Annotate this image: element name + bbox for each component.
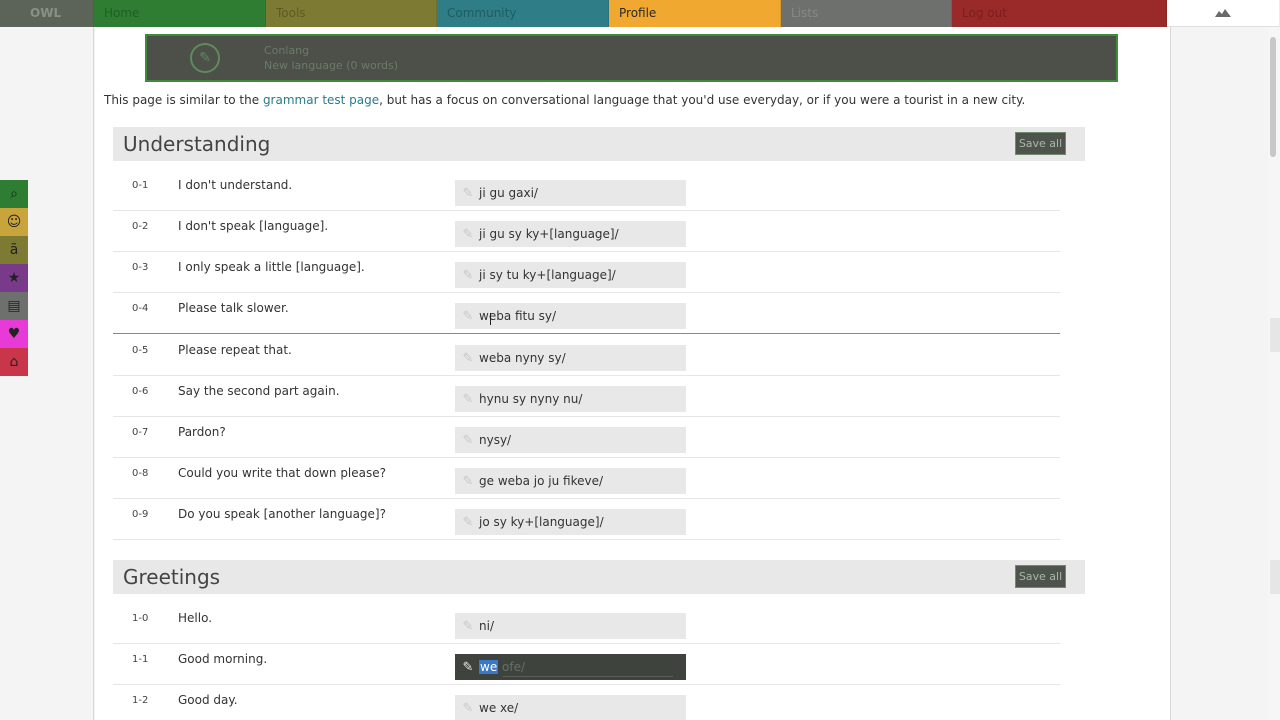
tab-lists[interactable]: Lists [781,0,952,27]
phrase-text: Good day. [178,693,238,707]
phrase-row: 0-9 Do you speak [another language]? ✎ jo… [113,499,1060,540]
section-title: Understanding [123,132,271,156]
phrase-number: 0-6 [132,386,149,397]
phrase-row: 1-2 Good day. ✎ we xe/ [113,685,1060,720]
pencil-icon[interactable]: ✎ [457,186,479,201]
phrase-number: 0-7 [132,427,149,438]
pencil-icon[interactable]: ✎ [457,268,479,283]
phrase-text: Do you speak [another language]? [178,507,386,521]
language-icon: ✎ [190,43,220,73]
section-header-greetings: Greetings Save all [113,560,1085,594]
phrase-number: 0-1 [132,180,149,191]
star-icon[interactable]: ★ [0,264,28,292]
settings-icon [1215,9,1231,17]
pencil-icon[interactable]: ✎ [457,227,479,242]
answer-field[interactable]: ✎ ji sy tu ky+[language]/ [455,262,686,288]
translate-icon[interactable]: ã [0,236,28,264]
save-all-button[interactable]: Save all [1015,132,1066,155]
phrase-text: I only speak a little [language]. [178,260,365,274]
heart-icon[interactable]: ♥ [0,320,28,348]
phrase-number: 0-4 [132,303,149,314]
right-edge-stripe [1270,560,1280,594]
tab-community[interactable]: Community [437,0,609,27]
phrase-text: Pardon? [178,425,226,439]
phrase-number: 0-8 [132,468,149,479]
scrollbar-thumb[interactable] [1270,37,1276,157]
tab-logout[interactable]: Log out [952,0,1167,27]
phrase-row: 0-4 Please talk slower. ✎ weba fitu sy/ [113,293,1060,334]
answer-field[interactable]: ✎ jo sy ky+[language]/ [455,509,686,535]
phrase-row: 0-2 I don't speak [language]. ✎ ji gu sy … [113,211,1060,252]
pencil-icon[interactable]: ✎ [457,392,479,407]
phrase-row: 0-7 Pardon? ✎ nysy/ [113,417,1060,458]
answer-field[interactable]: ✎ we xe/ [455,695,686,720]
phrase-row: 0-6 Say the second part again. ✎ hynu sy … [113,376,1060,417]
pencil-icon[interactable]: ✎ [457,619,479,634]
phrase-number: 0-3 [132,262,149,273]
phrase-text: Could you write that down please? [178,466,387,480]
answer-field[interactable]: ✎ hynu sy nyny nu/ [455,386,686,412]
section-header-understanding: Understanding Save all [113,127,1085,161]
phrase-number: 1-0 [132,613,149,624]
pencil-icon[interactable]: ✎ [457,309,479,324]
language-banner: ✎ Conlang New language (0 words) [145,34,1118,82]
grammar-test-link[interactable]: grammar test page [263,93,379,107]
side-toolbar: ⌕ ☺ ã ★ ▤ ♥ ⌂ [0,180,28,376]
top-nav: OWL Home Tools Community Profile Lists L… [0,0,1280,27]
home-icon[interactable]: ⌂ [0,348,28,376]
right-margin [1170,27,1270,720]
section-title: Greetings [123,565,221,589]
phrase-row: 0-3 I only speak a little [language]. ✎ j… [113,252,1060,293]
people-icon[interactable]: ☺ [0,208,28,236]
pencil-icon[interactable]: ✎ [457,515,479,530]
pencil-icon[interactable]: ✎ [457,701,479,716]
phrase-row: 0-5 Please repeat that. ✎ weba nyny sy/ [113,335,1060,376]
answer-field[interactable]: ✎ ji gu sy ky+[language]/ [455,221,686,247]
phrase-number: 0-5 [132,345,149,356]
selected-text: we [479,660,499,674]
pencil-icon[interactable]: ✎ [457,433,479,448]
pencil-icon[interactable]: ✎ [457,474,479,489]
phrase-row: 0-8 Could you write that down please? ✎ g… [113,458,1060,499]
page-scrollbar[interactable] [1268,27,1280,720]
banner-title: Conlang [264,44,310,57]
phrase-number: 1-1 [132,654,149,665]
phrase-text: I don't speak [language]. [178,219,329,233]
phrase-text: Please repeat that. [178,343,292,357]
phrase-number: 0-9 [132,509,149,520]
main-content: ✎ Conlang New language (0 words) This pa… [95,27,1170,720]
tab-tools[interactable]: Tools [266,0,437,27]
notebook-icon[interactable]: ▤ [0,292,28,320]
phrase-text: Hello. [178,611,213,625]
answer-field[interactable]: ✎ ni/ [455,613,686,639]
phrase-text: I don't understand. [178,178,293,192]
phrase-number: 1-2 [132,695,149,706]
answer-field[interactable]: ✎ weba nyny sy/ [455,345,686,371]
answer-field[interactable]: ✎ ji gu gaxi/ [455,180,686,206]
phrase-row: 1-1 Good morning. ✎ we ofe/ [113,644,1060,685]
tab-profile[interactable]: Profile [609,0,781,27]
answer-field-editing[interactable]: ✎ we ofe/ [455,654,686,680]
banner-subtitle: New language (0 words) [264,59,399,72]
answer-field[interactable]: ✎ nysy/ [455,427,686,453]
phrase-row: 1-0 Hello. ✎ ni/ [113,603,1060,644]
tab-home[interactable]: Home [94,0,266,27]
logo[interactable]: OWL [0,0,94,27]
settings-button[interactable] [1167,0,1280,27]
intro-text: This page is similar to the grammar test… [104,93,1026,107]
right-edge-stripe [1270,318,1280,352]
text-cursor [490,313,491,325]
pencil-icon[interactable]: ✎ [457,660,479,675]
phrase-number: 0-2 [132,221,149,232]
phrase-row: 0-1 I don't understand. ✎ ji gu gaxi/ [113,170,1060,211]
phrase-text: Good morning. [178,652,268,666]
save-all-button[interactable]: Save all [1015,565,1066,588]
search-icon[interactable]: ⌕ [0,180,28,208]
phrase-text: Say the second part again. [178,384,340,398]
answer-field[interactable]: ✎ ge weba jo ju fikeve/ [455,468,686,494]
phrase-text: Please talk slower. [178,301,289,315]
pencil-icon[interactable]: ✎ [457,351,479,366]
